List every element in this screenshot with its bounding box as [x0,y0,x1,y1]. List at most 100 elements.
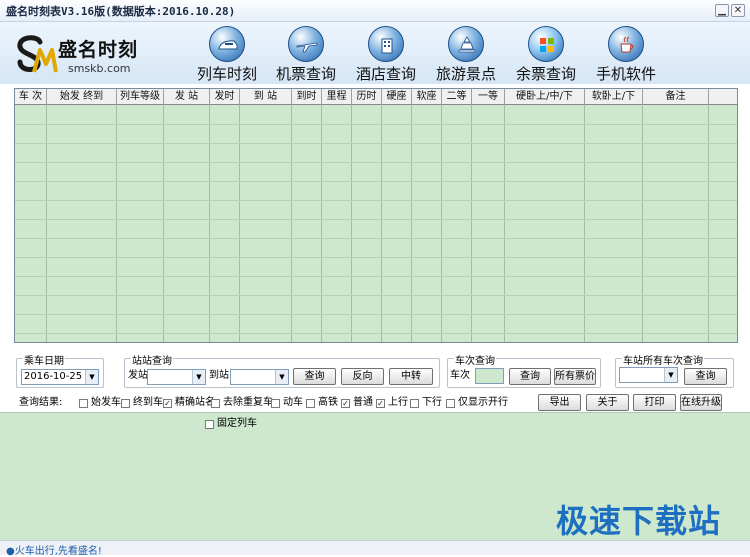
status-bar: ●火车出行,先看盛名! [0,540,750,557]
column-header[interactable]: 到 站 [240,89,292,105]
filter-checkbox[interactable] [410,399,419,408]
fixed-train-checkbox[interactable] [205,420,214,429]
filter-label: 动车 [283,397,303,408]
nav-label: 余票查询 [515,65,576,83]
window-title: 盛名时刻表V3.16版(数据版本:2016.10.28) [6,5,236,18]
grid-column-line [708,105,709,342]
column-header[interactable]: 软座 [412,89,442,105]
nav-tourist-attractions[interactable]: 旅游景点 [426,22,506,84]
column-header[interactable]: 二等 [442,89,472,105]
dropdown-arrow-icon[interactable]: ▼ [85,370,98,384]
filter-checkbox[interactable]: ✓ [341,399,350,408]
filter-checkbox[interactable]: ✓ [376,399,385,408]
date-picker[interactable]: 2016-10-25 ▼ [21,369,99,385]
grid-row-line [15,162,737,163]
grid-row-line [15,124,737,125]
train-number-input[interactable] [475,368,504,384]
column-header[interactable]: 硬座 [382,89,412,105]
grid-column-line [46,105,47,342]
fixed-train-label: 固定列车 [217,418,257,429]
export-button[interactable]: 导出 [538,394,581,411]
grid-row-line [15,333,737,334]
filter-label: 去除重复车 [223,397,273,408]
column-header[interactable]: 始发 终到 [47,89,117,105]
nav-label: 手机软件 [595,65,656,83]
train-query-button[interactable]: 查询 [509,368,551,385]
brand-url: smskb.com [68,62,131,75]
grid-column-line [642,105,643,342]
filter-checkbox[interactable] [306,399,315,408]
column-header[interactable]: 发 站 [164,89,210,105]
dropdown-arrow-icon[interactable]: ▼ [275,370,288,384]
grid-row-line [15,295,737,296]
filter-checkbox[interactable] [446,399,455,408]
to-station-select[interactable]: ▼ [230,369,289,385]
column-header[interactable]: 备注 [643,89,709,105]
grid-row-line [15,257,737,258]
station-query-button[interactable]: 查询 [293,368,336,385]
train-number-label: 车次 [450,370,470,381]
filter-checkbox[interactable] [79,399,88,408]
column-header[interactable]: 软卧上/下 [585,89,643,105]
title-bar: 盛名时刻表V3.16版(数据版本:2016.10.28) ▁ ✕ [0,0,750,22]
print-button[interactable]: 打印 [633,394,676,411]
transfer-button[interactable]: 中转 [389,368,433,385]
grid-column-line [209,105,210,342]
dropdown-arrow-icon[interactable]: ▼ [664,368,677,382]
column-header[interactable]: 硬卧上/中/下 [505,89,585,105]
brand-logo: 盛名时刻 smskb.com [12,30,167,80]
minimize-button[interactable]: ▁ [715,4,729,17]
grid-column-line [471,105,472,342]
filter-label: 普通 [353,397,373,408]
nav-label: 旅游景点 [435,65,496,83]
filter-label: 下行 [422,397,442,408]
grid-row-line [15,314,737,315]
filter-checkbox[interactable]: ✓ [163,399,172,408]
column-header[interactable]: 里程 [322,89,352,105]
grid-column-line [163,105,164,342]
nav-train-timetable[interactable]: 列车时刻 [187,22,267,84]
filter-checkbox[interactable] [121,399,130,408]
from-station-select[interactable]: ▼ [147,369,206,385]
nav-label: 列车时刻 [196,65,257,83]
column-header[interactable]: 一等 [472,89,505,105]
station-all-query-button[interactable]: 查询 [684,368,727,385]
column-header[interactable]: 发时 [210,89,240,105]
station-group-title: 站站查询 [131,352,173,367]
about-button[interactable]: 关于 [586,394,629,411]
nav-ticket-availability[interactable]: 余票查询 [506,22,586,84]
nav-mobile-software[interactable]: 手机软件 [586,22,666,84]
online-upgrade-button[interactable]: 在线升级 [680,394,722,411]
station-all-group-title: 车站所有车次查询 [622,352,704,367]
hotel-icon [368,26,404,62]
filter-checkbox[interactable] [271,399,280,408]
nav-label: 机票查询 [275,65,336,83]
grid-row-line [15,181,737,182]
landmark-icon [448,26,484,62]
close-button[interactable]: ✕ [731,4,745,17]
nav-flight-search[interactable]: 机票查询 [266,22,346,84]
grid-column-line [584,105,585,342]
date-value: 2016-10-25 [24,371,83,382]
column-header[interactable]: 列车等级 [117,89,164,105]
column-header[interactable]: 车 次 [15,89,47,105]
station-all-select[interactable]: ▼ [619,367,678,383]
grid-column-line [239,105,240,342]
nav-hotel-search[interactable]: 酒店查询 [346,22,426,84]
filter-label: 高铁 [318,397,338,408]
filter-label: 精确站名 [175,397,215,408]
date-group-title: 乘车日期 [23,352,65,367]
grid-column-line [441,105,442,342]
column-header[interactable]: 历时 [352,89,382,105]
reverse-button[interactable]: 反向 [341,368,384,385]
grid-column-line [351,105,352,342]
filter-label: 始发车 [91,397,121,408]
dropdown-arrow-icon[interactable]: ▼ [192,370,205,384]
grid-column-line [381,105,382,342]
filter-checkbox[interactable] [211,399,220,408]
column-header[interactable]: 到时 [292,89,322,105]
timetable-grid[interactable]: 车 次始发 终到 列车等级发 站发时到 站到时 里程 历时 硬座 软座 二等 一等 硬卧上/中/… [14,88,738,343]
all-fares-button[interactable]: 所有票价 [554,368,596,385]
logo-mark-icon [17,35,58,73]
brand-name: 盛名时刻 [58,39,139,61]
